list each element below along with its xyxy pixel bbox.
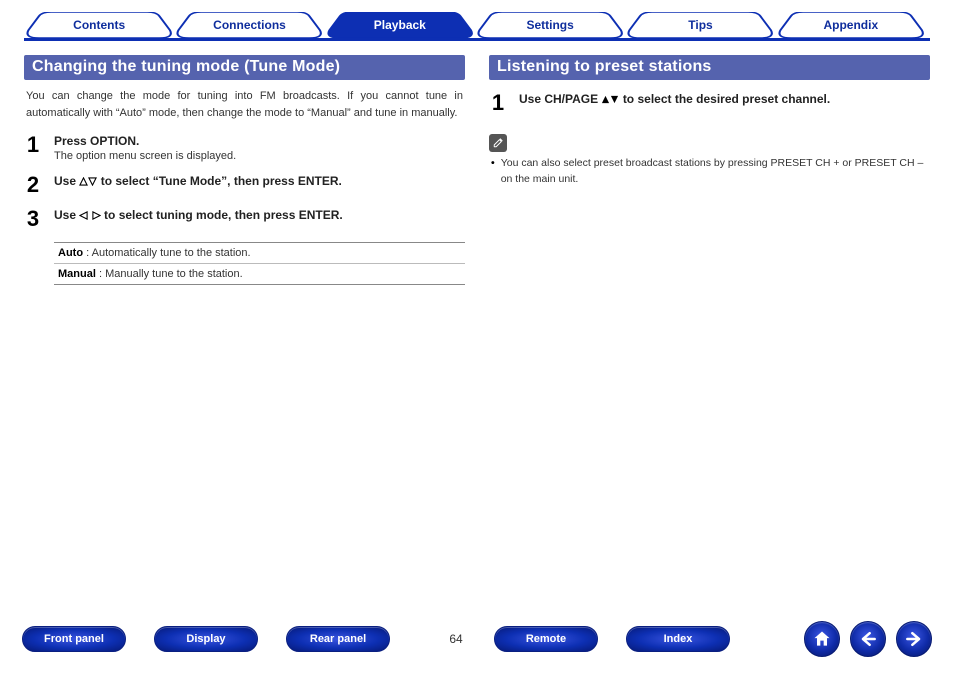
left-triangle-icon bbox=[79, 209, 88, 223]
top-tabs: Contents Connections Playback Settings T… bbox=[24, 12, 930, 41]
tab-contents[interactable]: Contents bbox=[24, 12, 174, 38]
home-button[interactable] bbox=[804, 621, 840, 657]
step-1: 1 Press OPTION. The option menu screen i… bbox=[24, 134, 465, 162]
section-heading-preset: Listening to preset stations bbox=[489, 55, 930, 80]
tab-connections[interactable]: Connections bbox=[174, 12, 324, 38]
note-body: You can also select preset broadcast sta… bbox=[501, 156, 930, 188]
step-number: 1 bbox=[489, 92, 507, 114]
display-button[interactable]: Display bbox=[154, 626, 258, 652]
label: Display bbox=[186, 633, 225, 645]
step-title: Use CH/PAGE to select the desired preset… bbox=[519, 92, 930, 107]
label: Index bbox=[664, 633, 693, 645]
page: Contents Connections Playback Settings T… bbox=[0, 0, 954, 673]
text: to select “Tune Mode”, then press ENTER. bbox=[101, 174, 342, 188]
arrow-left-icon bbox=[858, 629, 878, 649]
text: to select the desired preset channel. bbox=[623, 92, 830, 106]
table-row: Auto : Automatically tune to the station… bbox=[54, 243, 465, 264]
tab-settings[interactable]: Settings bbox=[475, 12, 625, 38]
step-number: 1 bbox=[24, 134, 42, 162]
remote-button[interactable]: Remote bbox=[494, 626, 598, 652]
next-page-button[interactable] bbox=[896, 621, 932, 657]
mode-label: Auto bbox=[58, 247, 83, 259]
tab-label: Settings bbox=[526, 18, 573, 32]
text: Use bbox=[54, 174, 79, 188]
label: Remote bbox=[526, 633, 566, 645]
down-triangle-icon bbox=[88, 175, 97, 189]
prev-page-button[interactable] bbox=[850, 621, 886, 657]
arrow-right-icon bbox=[904, 629, 924, 649]
page-number: 64 bbox=[432, 632, 480, 646]
step-number: 3 bbox=[24, 208, 42, 230]
mode-desc: : Automatically tune to the station. bbox=[83, 247, 251, 259]
mode-label: Manual bbox=[58, 268, 96, 280]
tune-mode-table: Auto : Automatically tune to the station… bbox=[54, 242, 465, 285]
tab-appendix[interactable]: Appendix bbox=[776, 12, 926, 38]
tab-tips[interactable]: Tips bbox=[625, 12, 775, 38]
step-3: 3 Use to select tuning mode, then press … bbox=[24, 208, 465, 230]
up-triangle-solid-icon bbox=[601, 93, 610, 107]
right-triangle-icon bbox=[92, 209, 101, 223]
front-panel-button[interactable]: Front panel bbox=[22, 626, 126, 652]
tab-playback[interactable]: Playback bbox=[325, 12, 475, 38]
home-icon bbox=[812, 629, 832, 649]
rear-panel-button[interactable]: Rear panel bbox=[286, 626, 390, 652]
content-columns: Changing the tuning mode (Tune Mode) You… bbox=[24, 55, 930, 285]
label: Rear panel bbox=[310, 633, 366, 645]
step-subtext: The option menu screen is displayed. bbox=[54, 150, 465, 162]
text: Use CH/PAGE bbox=[519, 92, 601, 106]
right-column: Listening to preset stations 1 Use CH/PA… bbox=[489, 55, 930, 285]
up-triangle-icon bbox=[79, 175, 88, 189]
intro-text: You can change the mode for tuning into … bbox=[26, 88, 463, 122]
step-1: 1 Use CH/PAGE to select the desired pres… bbox=[489, 92, 930, 114]
tab-label: Playback bbox=[374, 18, 426, 32]
index-button[interactable]: Index bbox=[626, 626, 730, 652]
mode-desc: : Manually tune to the station. bbox=[96, 268, 243, 280]
tab-label: Appendix bbox=[823, 18, 878, 32]
note-pencil-icon bbox=[489, 134, 507, 152]
text: Use bbox=[54, 208, 79, 222]
step-title: Use to select “Tune Mode”, then press EN… bbox=[54, 174, 465, 189]
left-column: Changing the tuning mode (Tune Mode) You… bbox=[24, 55, 465, 285]
note-text: You can also select preset broadcast sta… bbox=[491, 156, 930, 188]
label: Front panel bbox=[44, 633, 104, 645]
bottom-bar: Front panel Display Rear panel 64 Remote… bbox=[0, 621, 954, 657]
table-row: Manual : Manually tune to the station. bbox=[54, 264, 465, 284]
tab-label: Tips bbox=[688, 18, 712, 32]
section-heading-tune-mode: Changing the tuning mode (Tune Mode) bbox=[24, 55, 465, 80]
down-triangle-solid-icon bbox=[610, 93, 619, 107]
tab-label: Contents bbox=[73, 18, 125, 32]
text: to select tuning mode, then press ENTER. bbox=[104, 208, 343, 222]
step-2: 2 Use to select “Tune Mode”, then press … bbox=[24, 174, 465, 196]
step-number: 2 bbox=[24, 174, 42, 196]
step-title: Press OPTION. bbox=[54, 134, 465, 148]
step-title: Use to select tuning mode, then press EN… bbox=[54, 208, 465, 223]
tab-label: Connections bbox=[213, 18, 286, 32]
